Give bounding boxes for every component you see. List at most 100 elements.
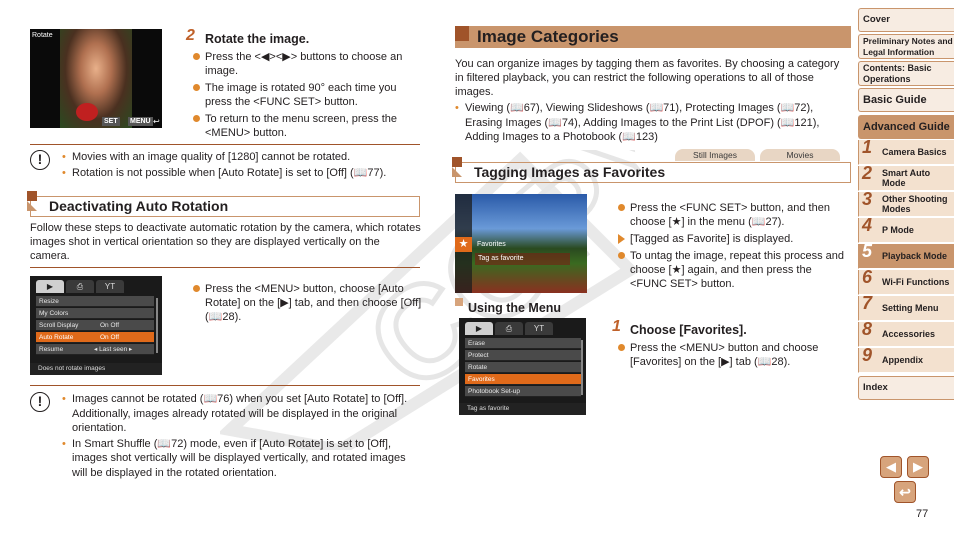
return-icon: ↩ [153, 117, 160, 126]
list-item: Rotation is not possible when [Auto Rota… [62, 166, 422, 181]
fav-item-desc: Tag as favorite [475, 253, 570, 265]
section-title: Image Categories [477, 27, 619, 46]
favorites-menu-screen: ▶ ⎙ YT Erase Protect Rotate Favorites Ph… [459, 318, 586, 415]
heading-marker [455, 26, 469, 41]
return-icon: ↩ [899, 484, 911, 500]
nav-cover[interactable]: Cover [858, 8, 954, 32]
nav-chapter-3[interactable]: 3 Other Shooting Modes [858, 190, 954, 217]
section-heading-tagging: Tagging Images as Favorites [452, 157, 851, 183]
tab-playback: ▶ [465, 322, 493, 335]
step-number: 1 [612, 318, 621, 335]
list-item: Viewing (📖67), Viewing Slideshows (📖71),… [455, 101, 840, 145]
menu-row-auto-rotate: Auto Rotate On Off [36, 332, 154, 343]
nav-chapter-2[interactable]: 2 Smart Auto Mode [858, 164, 954, 191]
deactivate-steps: Press the <MENU> button, choose [Auto Ro… [193, 282, 423, 327]
nav-chapter-4[interactable]: 4P Mode [858, 216, 954, 243]
menu-row-resize: Resize [36, 296, 154, 307]
heading-marker [27, 191, 37, 201]
step2-bullets: Press the <◀><▶> buttons to choose an im… [193, 50, 423, 143]
menu-row-scroll-display: Scroll Display On Off [36, 320, 154, 331]
caution-icon: ! [30, 150, 50, 170]
tab-setup: YT [525, 322, 553, 335]
menu-scrollbar [581, 340, 583, 395]
tab-playback: ▶ [36, 280, 64, 293]
divider [30, 267, 420, 268]
tab-movies: Movies [760, 149, 840, 161]
menu-row-protect: Protect [465, 350, 581, 361]
auto-rotate-menu-screen: ▶ ⎙ YT Resize My Colors Scroll Display On… [30, 276, 162, 375]
step-number: 2 [186, 27, 195, 44]
result-item: [Tagged as Favorite] is displayed. [618, 232, 848, 246]
nav-contents[interactable]: Contents: Basic Operations [858, 61, 954, 86]
caution2-list: Images cannot be rotated (📖76) when you … [62, 392, 422, 481]
menu-row-rotate: Rotate [465, 362, 581, 373]
favorites-screen: ★ Favorites Tag as favorite [455, 194, 587, 293]
step1-bullets: Press the <MENU> button and choose [Favo… [618, 341, 848, 372]
nav-index[interactable]: Index [858, 376, 954, 400]
tab-setup: YT [96, 280, 124, 293]
list-item: In Smart Shuffle (📖72) mode, even if [Au… [62, 437, 422, 481]
section-title: Deactivating Auto Rotation [49, 198, 229, 214]
menu-scrollbar [156, 298, 158, 353]
list-item: Press the <FUNC SET> button, and then ch… [618, 201, 848, 229]
section-heading-deactivate: Deactivating Auto Rotation [27, 191, 420, 217]
apple [76, 103, 98, 121]
list-item: Images cannot be rotated (📖76) when you … [62, 392, 422, 436]
list-item: Press the <MENU> button and choose [Favo… [618, 341, 848, 369]
heading-marker [452, 157, 462, 167]
fav-item-label: Favorites [477, 241, 506, 248]
section-heading-image-categories: Image Categories [455, 26, 851, 48]
divider [30, 385, 420, 386]
list-item: To return to the menu screen, press the … [193, 112, 423, 140]
menu-footer: Does not rotate images [30, 363, 162, 375]
tab-print: ⎙ [495, 322, 523, 335]
menu-tabs: ▶ ⎙ YT [465, 322, 555, 335]
rotate-screen: Rotate SET MENU ↩ [30, 29, 162, 128]
next-page-button[interactable]: ▶ [907, 456, 929, 478]
using-menu-title: Using the Menu [468, 301, 562, 315]
triangle-left-icon: ◀ [886, 459, 896, 474]
list-item: Press the <MENU> button, choose [Auto Ro… [193, 282, 423, 324]
intro-text: You can organize images by tagging them … [455, 58, 840, 98]
nav-chapter-9[interactable]: 9 Appendix [858, 346, 954, 373]
step-title: Rotate the image. [205, 32, 310, 46]
list-item: The image is rotated 90° each time you p… [193, 81, 423, 109]
nav-chapter-1[interactable]: 1 Camera Basics [858, 138, 954, 165]
tag-steps: Press the <FUNC SET> button, and then ch… [618, 201, 848, 294]
subsection-title: Tagging Images as Favorites [474, 164, 666, 180]
caution-icon: ! [30, 392, 50, 412]
menu-row-photobook: Photobook Set-up [465, 386, 581, 397]
triangle-right-icon: ▶ [913, 459, 923, 474]
menu-row-favorites: Favorites [465, 374, 581, 385]
step-title: Choose [Favorites]. [630, 323, 747, 337]
using-menu-marker [455, 298, 463, 306]
list-item: Press the <◀><▶> buttons to choose an im… [193, 50, 423, 78]
back-button[interactable]: ↩ [894, 481, 916, 503]
heading-marker-tail [27, 201, 37, 211]
list-item: To untag the image, repeat this process … [618, 249, 848, 291]
tab-print: ⎙ [66, 280, 94, 293]
prev-page-button[interactable]: ◀ [880, 456, 902, 478]
caution1-list: Movies with an image quality of [1280] c… [62, 150, 422, 181]
menu-row-my-colors: My Colors [36, 308, 154, 319]
nav-advanced-guide[interactable]: Advanced Guide [858, 115, 954, 139]
rotate-menu-label: MENU [128, 117, 153, 126]
nav-preliminary-notes[interactable]: Preliminary Notes and Legal Information [858, 34, 954, 59]
nav-basic-guide[interactable]: Basic Guide [858, 88, 954, 112]
heading-marker-tail [452, 167, 462, 177]
nav-chapter-8[interactable]: 8 Accessories [858, 320, 954, 347]
page-number: 77 [916, 508, 929, 520]
screen-label: Rotate [32, 32, 53, 39]
list-item: Movies with an image quality of [1280] c… [62, 150, 422, 165]
menu-row-erase: Erase [465, 338, 581, 349]
menu-row-resume: Resume ◂ Last seen ▸ [36, 344, 154, 355]
rotate-set-label: SET [102, 117, 120, 126]
divider [30, 144, 420, 145]
section-body: Follow these steps to deactivate automat… [30, 222, 421, 262]
favorite-star-icon: ★ [455, 237, 472, 252]
nav-chapter-7[interactable]: 7 Setting Menu [858, 294, 954, 321]
nav-chapter-6[interactable]: 6 Wi-Fi Functions [858, 268, 954, 295]
nav-chapter-5[interactable]: 5 Playback Mode [858, 242, 954, 269]
menu-footer: Tag as favorite [459, 403, 586, 415]
menu-tabs: ▶ ⎙ YT [36, 280, 126, 293]
